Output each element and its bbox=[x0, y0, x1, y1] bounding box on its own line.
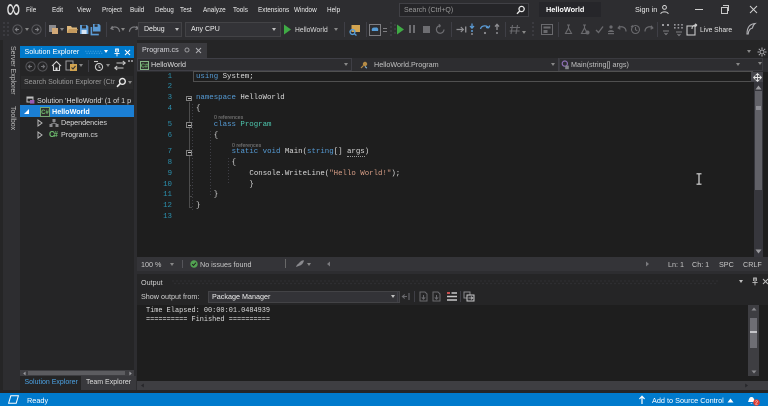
svg-text:C#: C# bbox=[141, 63, 148, 69]
svg-text:2: 2 bbox=[755, 400, 758, 406]
svg-text:C#: C# bbox=[49, 130, 59, 139]
svg-text:C#: C# bbox=[41, 110, 49, 116]
